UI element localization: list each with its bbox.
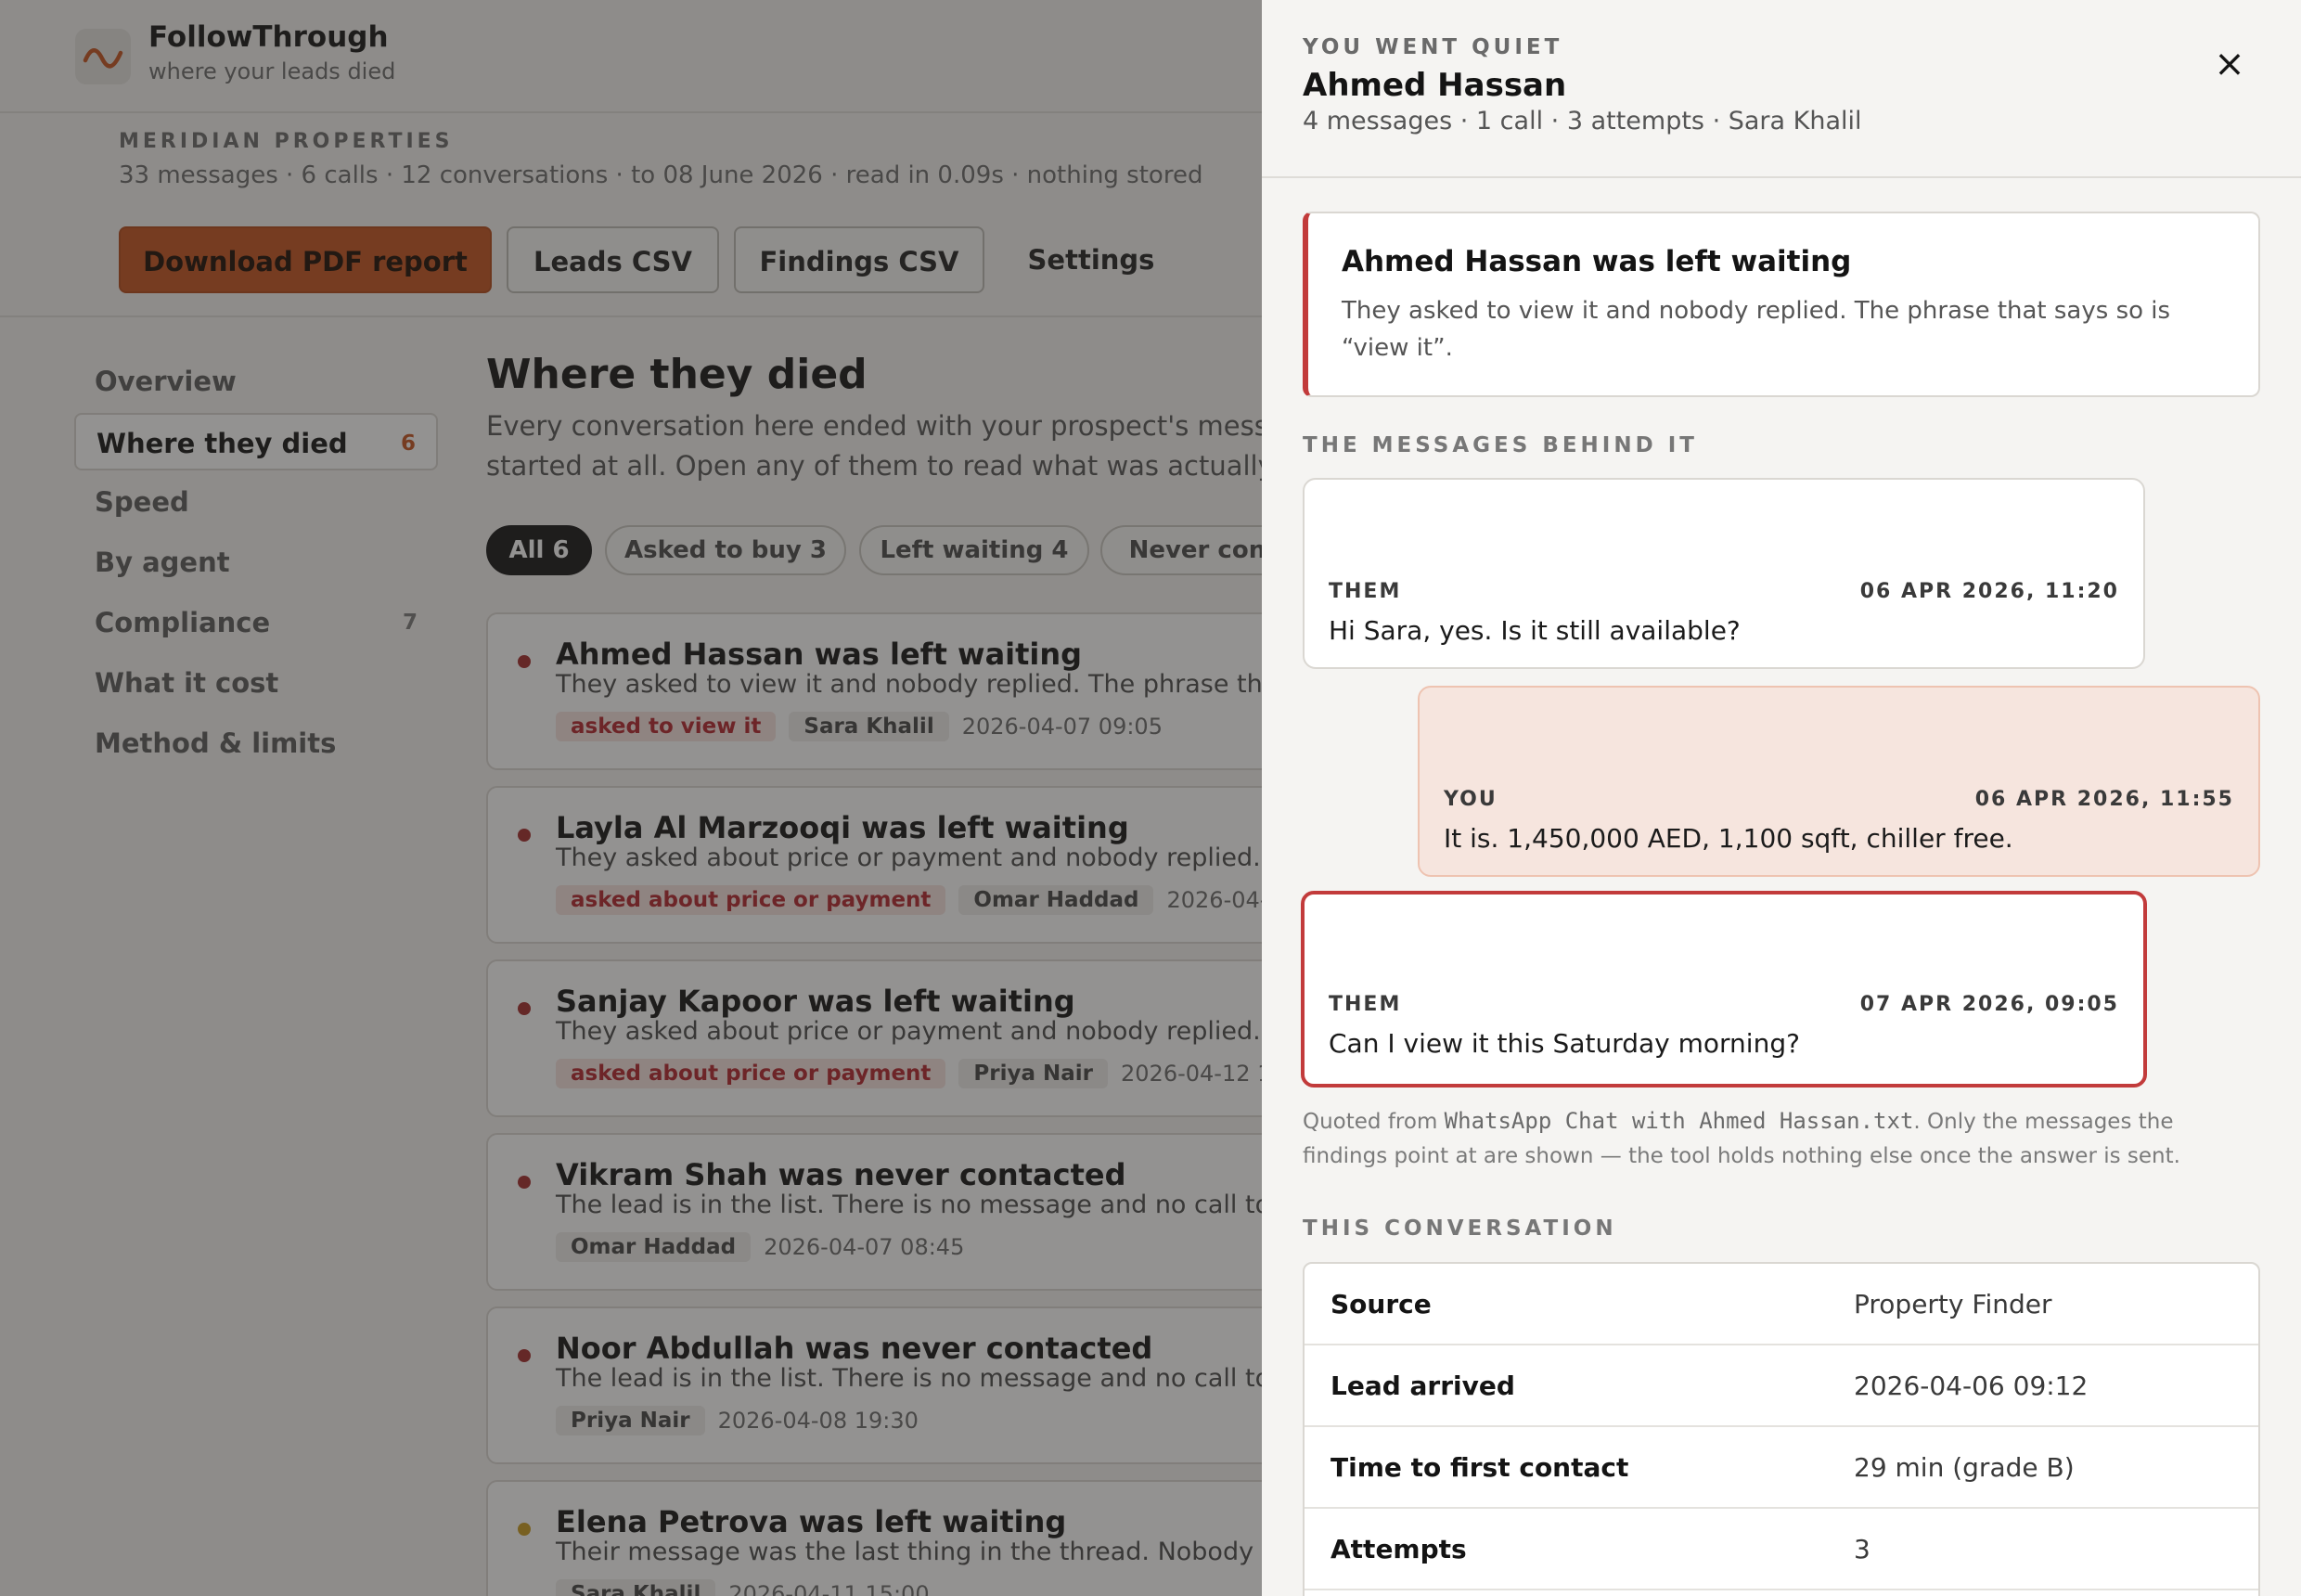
- message-text: Hi Sara, yes. Is it still available?: [1329, 615, 1741, 646]
- quote-prefix: Quoted from: [1303, 1110, 1445, 1134]
- finding-summary-title: Ahmed Hassan was left waiting: [1342, 245, 1852, 278]
- quote-source-file: WhatsApp Chat with Ahmed Hassan.txt: [1444, 1108, 1914, 1134]
- conversation-details-table: Source Property Finder Lead arrived 2026…: [1303, 1262, 2260, 1596]
- message-bubble-highlighted: THEM 07 APR 2026, 09:05 Can I view it th…: [1301, 891, 2147, 1088]
- finding-summary-description: They asked to view it and nobody replied…: [1342, 297, 2171, 362]
- message-time: 06 APR 2026, 11:55: [1974, 788, 2234, 811]
- drawer-meta: 4 messages · 1 call · 3 attempts · Sara …: [1303, 107, 1862, 135]
- message-text: It is. 1,450,000 AED, 1,100 sqft, chille…: [1444, 823, 2013, 854]
- message-sender: THEM: [1329, 993, 1402, 1016]
- table-row: Source Property Finder: [1305, 1264, 2258, 1345]
- quote-note: Quoted from WhatsApp Chat with Ahmed Has…: [1303, 1104, 2249, 1174]
- table-row: Lead arrived 2026-04-06 09:12: [1305, 1345, 2258, 1427]
- close-icon[interactable]: ×: [2206, 41, 2253, 87]
- detail-value: Property Finder: [1854, 1289, 2052, 1319]
- drawer-kicker: YOU WENT QUIET: [1303, 35, 1563, 59]
- conversation-drawer: YOU WENT QUIET Ahmed Hassan 4 messages ·…: [1262, 0, 2301, 1596]
- detail-key: Time to first contact: [1330, 1452, 1629, 1483]
- messages-section-label: THE MESSAGES BEHIND IT: [1303, 433, 1698, 457]
- message-text: Can I view it this Saturday morning?: [1329, 1028, 1800, 1059]
- detail-key: Lead arrived: [1330, 1371, 1515, 1401]
- message-time: 07 APR 2026, 09:05: [1859, 993, 2119, 1016]
- app: FollowThrough where your leads died MERI…: [0, 0, 2301, 1596]
- message-sender: THEM: [1329, 580, 1402, 603]
- table-row: Time to first contact 29 min (grade B): [1305, 1427, 2258, 1509]
- detail-value: 3: [1854, 1534, 1870, 1564]
- finding-summary: Ahmed Hassan was left waiting They asked…: [1303, 212, 2260, 397]
- detail-key: Source: [1330, 1289, 1432, 1319]
- message-time: 06 APR 2026, 11:20: [1859, 580, 2119, 603]
- table-row: Attempts 3: [1305, 1509, 2258, 1590]
- detail-value: 29 min (grade B): [1854, 1452, 2075, 1483]
- drawer-header: YOU WENT QUIET Ahmed Hassan 4 messages ·…: [1262, 0, 2301, 178]
- detail-value: 2026-04-06 09:12: [1854, 1371, 2089, 1401]
- conversation-section-label: THIS CONVERSATION: [1303, 1216, 1617, 1241]
- message-sender: YOU: [1444, 788, 1498, 811]
- detail-key: Attempts: [1330, 1534, 1467, 1564]
- message-bubble: THEM 06 APR 2026, 11:20 Hi Sara, yes. Is…: [1303, 478, 2145, 669]
- message-bubble-you: YOU 06 APR 2026, 11:55 It is. 1,450,000 …: [1418, 686, 2260, 877]
- table-row: [1305, 1590, 2258, 1596]
- drawer-title: Ahmed Hassan: [1303, 67, 1567, 104]
